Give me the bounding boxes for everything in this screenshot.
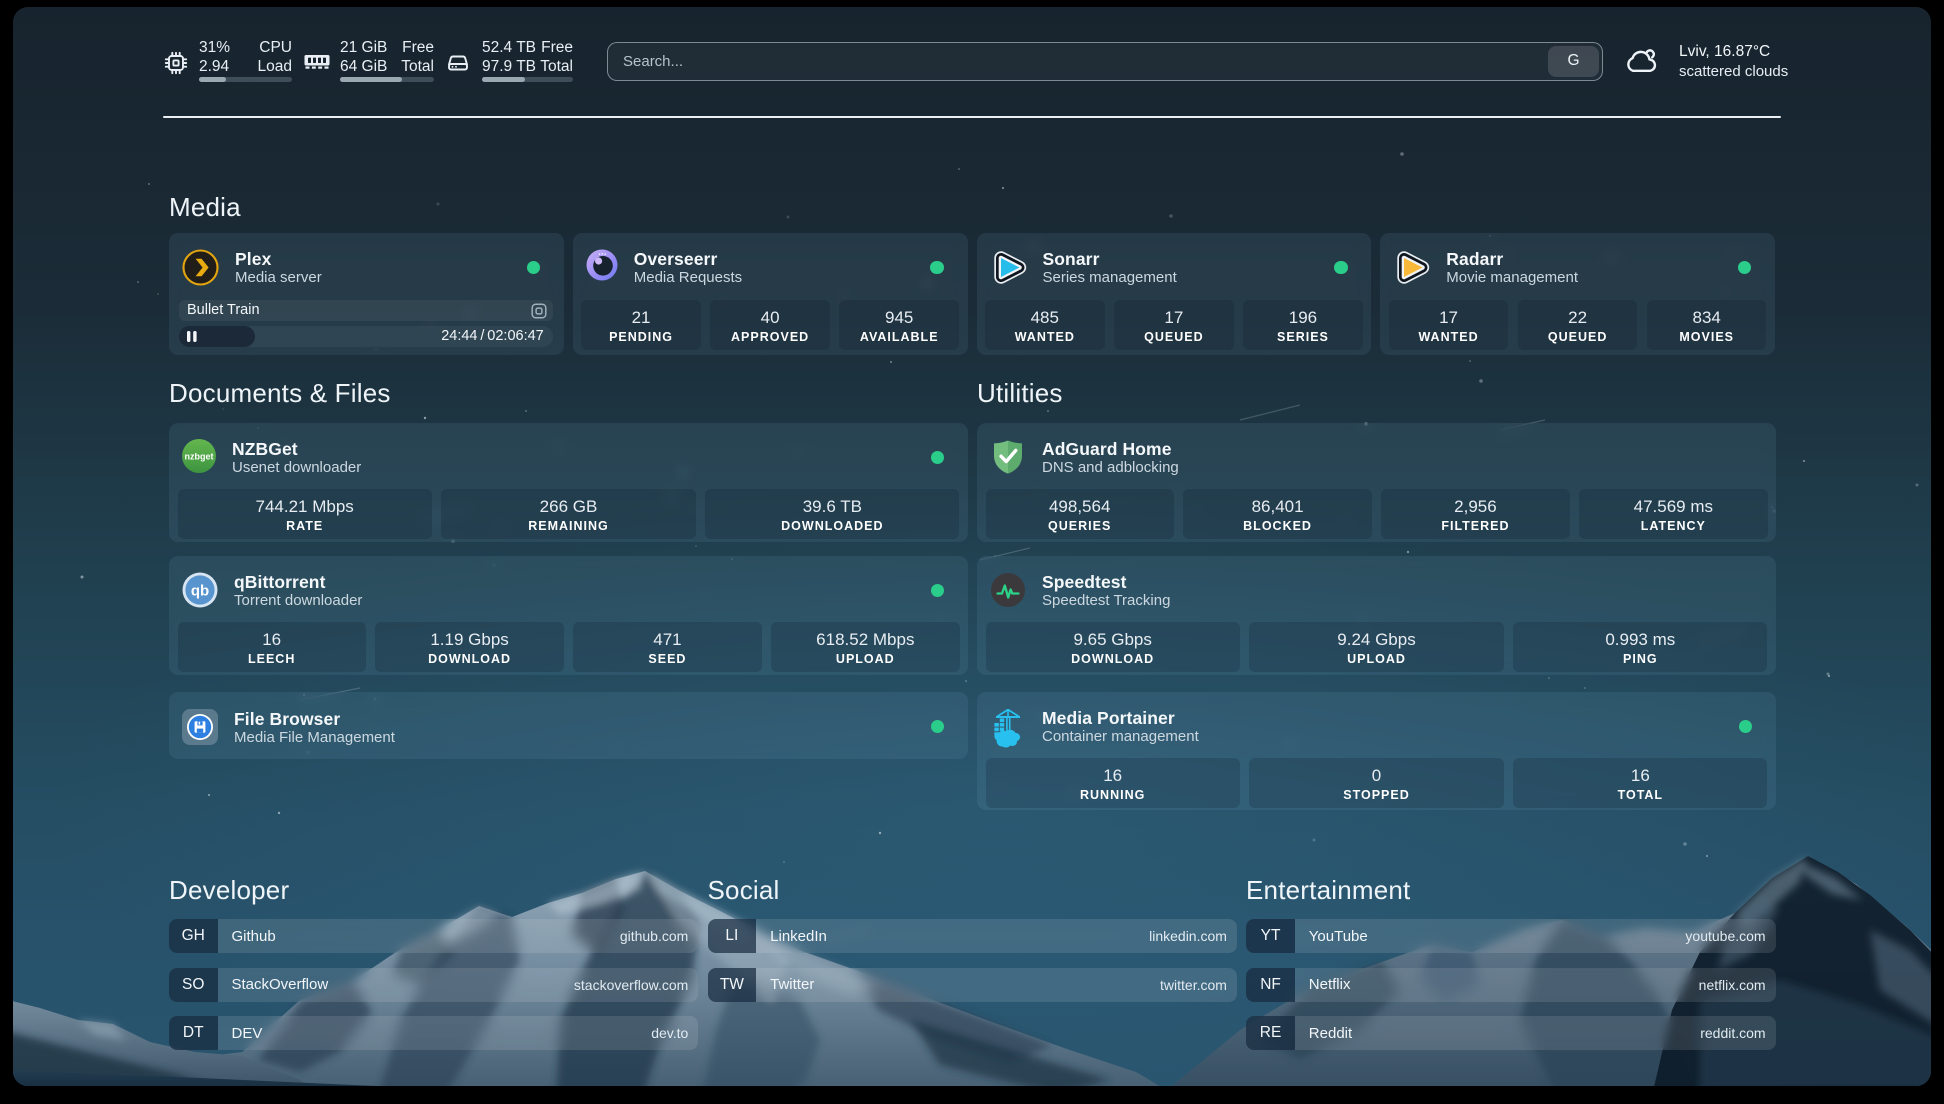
svg-text:qb: qb [191,583,209,600]
svg-text:nzbget: nzbget [185,452,214,462]
